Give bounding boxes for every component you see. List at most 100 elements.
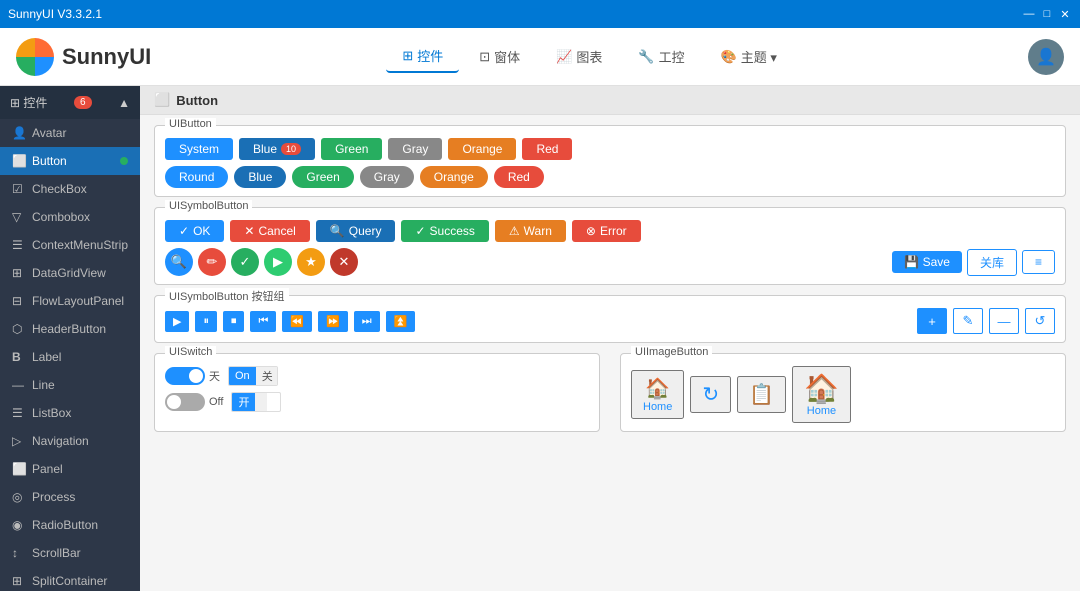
sidebar-item-flowlayoutpanel[interactable]: ⊟ FlowLayoutPanel bbox=[0, 287, 140, 315]
btn-next[interactable]: ⏭ bbox=[354, 311, 380, 332]
btn-round-gray[interactable]: Gray bbox=[360, 166, 414, 188]
sidebar-item-combobox[interactable]: ▽ Combobox bbox=[0, 203, 140, 231]
tab-controls[interactable]: ⊞ 控件 bbox=[386, 40, 459, 73]
nav-tabs: ⊞ 控件 ⊡ 窗体 📈 图表 🔧 工控 🎨 主题 ▾ bbox=[386, 40, 793, 73]
switch-off: Off bbox=[165, 393, 223, 411]
btn-query[interactable]: 🔍 Query bbox=[316, 220, 396, 242]
action-btn-add[interactable]: + bbox=[917, 308, 947, 334]
sidebar-controls-header[interactable]: ⊞ 控件 6 ▲ bbox=[0, 86, 140, 119]
sidebar-item-headerbutton[interactable]: ⬡ HeaderButton bbox=[0, 315, 140, 343]
uiswitch-body: 天 On 关 Off bbox=[155, 354, 599, 420]
switch-track-2[interactable] bbox=[165, 393, 205, 411]
icon-btn-star[interactable]: ★ bbox=[297, 248, 325, 276]
btn-blue[interactable]: Blue 10 bbox=[239, 138, 315, 160]
home-icon-2: 🏠 bbox=[804, 372, 839, 405]
btn-warn[interactable]: ⚠ Warn bbox=[495, 220, 566, 242]
btn-menu[interactable]: ≡ bbox=[1022, 250, 1055, 274]
btn-success[interactable]: ✓ Success bbox=[401, 220, 488, 242]
sidebar-item-scrollbar[interactable]: ↕ ScrollBar bbox=[0, 539, 140, 567]
btn-round-green[interactable]: Green bbox=[292, 166, 353, 188]
line-icon: — bbox=[12, 378, 26, 392]
btn-system[interactable]: System bbox=[165, 138, 233, 160]
refresh-icon: ↻ bbox=[702, 382, 719, 407]
sidebar-item-panel[interactable]: ⬜ Panel bbox=[0, 455, 140, 483]
active-dot bbox=[120, 157, 128, 165]
sidebar-item-listbox[interactable]: ☰ ListBox bbox=[0, 399, 140, 427]
btn-forward[interactable]: ⏩ bbox=[318, 311, 348, 332]
main-layout: ⊞ 控件 6 ▲ 👤 Avatar ⬜ Button ☑ CheckBox ▽ … bbox=[0, 86, 1080, 591]
btn-pause[interactable]: ⏸ bbox=[195, 311, 217, 332]
switch-square-on-label: On bbox=[229, 367, 256, 385]
imgbtn-home1-label: Home bbox=[643, 401, 672, 413]
minimize-button[interactable]: — bbox=[1022, 7, 1036, 21]
user-avatar[interactable]: 👤 bbox=[1028, 39, 1064, 75]
uibutton-row2: Round Blue Green Gray Orange Red bbox=[155, 164, 1065, 196]
btn-up[interactable]: ⏫ bbox=[386, 311, 416, 332]
tab-theme[interactable]: 🎨 主题 ▾ bbox=[705, 41, 793, 72]
icon-btn-check[interactable]: ✓ bbox=[231, 248, 259, 276]
switch-square-empty-label bbox=[255, 393, 267, 411]
switch-label-1: 天 bbox=[209, 368, 220, 384]
sidebar-item-avatar[interactable]: 👤 Avatar bbox=[0, 119, 140, 147]
icon-btn-play[interactable]: ▶ bbox=[264, 248, 292, 276]
sidebar-item-line[interactable]: — Line bbox=[0, 371, 140, 399]
btn-round-red[interactable]: Red bbox=[494, 166, 544, 188]
imgbtn-copy[interactable]: 📋 bbox=[737, 376, 786, 413]
radiobutton-icon: ◉ bbox=[12, 518, 26, 532]
action-btn-refresh[interactable]: ↺ bbox=[1025, 308, 1055, 334]
action-btn-remove[interactable]: — bbox=[989, 308, 1019, 334]
btn-round-blue[interactable]: Blue bbox=[234, 166, 286, 188]
imgbtn-refresh[interactable]: ↻ bbox=[690, 376, 731, 413]
sidebar-item-process[interactable]: ◎ Process bbox=[0, 483, 140, 511]
btn-prev[interactable]: ⏮ bbox=[250, 311, 276, 332]
switch-row2: Off 开 bbox=[165, 392, 281, 412]
sidebar-item-checkbox[interactable]: ☑ CheckBox bbox=[0, 175, 140, 203]
btn-play[interactable]: ▶ bbox=[165, 311, 189, 332]
action-btn-edit[interactable]: ✎ bbox=[953, 308, 983, 334]
btn-stop[interactable]: ⏹ bbox=[223, 311, 245, 332]
imgbtn-home2[interactable]: 🏠 Home bbox=[792, 366, 851, 423]
btn-close-lib[interactable]: 关库 bbox=[967, 249, 1017, 276]
sidebar-item-button[interactable]: ⬜ Button bbox=[0, 147, 140, 175]
switch-track-1[interactable] bbox=[165, 367, 205, 385]
switch-square-on[interactable]: On 关 bbox=[228, 366, 278, 386]
btn-cancel[interactable]: ✕ Cancel bbox=[230, 220, 309, 242]
btn-save[interactable]: 💾 Save bbox=[892, 251, 962, 273]
uisymbol-row2: 🔍 ✏ ✓ ▶ ★ ✕ 💾 Save 关库 ≡ bbox=[155, 246, 1065, 284]
imgbtn-home2-label: Home bbox=[807, 405, 836, 417]
uiimagebutton-body: 🏠 Home ↻ 📋 🏠 Home bbox=[621, 354, 1065, 431]
switch-imagebtn-row: UISwitch 天 On 关 bbox=[154, 353, 1066, 442]
switch-square-off-track[interactable]: 开 bbox=[231, 392, 281, 412]
tab-industrial[interactable]: 🔧 工控 bbox=[622, 41, 700, 72]
content-area: ⬜ Button UIButton System Blue 10 Green G… bbox=[140, 86, 1080, 591]
btn-rewind[interactable]: ⏪ bbox=[282, 311, 312, 332]
sidebar-item-splitcontainer[interactable]: ⊞ SplitContainer bbox=[0, 567, 140, 591]
restore-button[interactable]: □ bbox=[1040, 7, 1054, 21]
logo-text: SunnyUI bbox=[62, 44, 151, 70]
contextmenu-icon: ☰ bbox=[12, 238, 26, 252]
btn-green[interactable]: Green bbox=[321, 138, 382, 160]
sidebar-item-navigation[interactable]: ▷ Navigation bbox=[0, 427, 140, 455]
sidebar-item-datagridview[interactable]: ⊞ DataGridView bbox=[0, 259, 140, 287]
btn-red[interactable]: Red bbox=[522, 138, 572, 160]
imgbtn-home1[interactable]: 🏠 Home bbox=[631, 370, 684, 419]
title-bar: SunnyUI V3.3.2.1 — □ ✕ bbox=[0, 0, 1080, 28]
tab-chart[interactable]: 📈 图表 bbox=[540, 41, 618, 72]
sidebar: ⊞ 控件 6 ▲ 👤 Avatar ⬜ Button ☑ CheckBox ▽ … bbox=[0, 86, 140, 591]
icon-btn-close[interactable]: ✕ bbox=[330, 248, 358, 276]
btn-gray[interactable]: Gray bbox=[388, 138, 442, 160]
uiimagebutton-title: UIImageButton bbox=[631, 346, 712, 358]
close-button[interactable]: ✕ bbox=[1058, 7, 1072, 21]
icon-btn-search[interactable]: 🔍 bbox=[165, 248, 193, 276]
btn-round[interactable]: Round bbox=[165, 166, 228, 188]
btn-orange[interactable]: Orange bbox=[448, 138, 516, 160]
sidebar-item-contextmenustrip[interactable]: ☰ ContextMenuStrip bbox=[0, 231, 140, 259]
sidebar-item-label[interactable]: B Label bbox=[0, 343, 140, 371]
sidebar-item-radiobutton[interactable]: ◉ RadioButton bbox=[0, 511, 140, 539]
btn-error[interactable]: ⊗ Error bbox=[572, 220, 641, 242]
icon-btn-edit[interactable]: ✏ bbox=[198, 248, 226, 276]
tab-window[interactable]: ⊡ 窗体 bbox=[463, 41, 536, 72]
btn-ok[interactable]: ✓ OK bbox=[165, 220, 224, 242]
btn-round-orange[interactable]: Orange bbox=[420, 166, 488, 188]
uisymbol-group-body: ▶ ⏸ ⏹ ⏮ ⏪ ⏩ ⏭ ⏫ + ✎ — ↺ bbox=[155, 296, 1065, 342]
